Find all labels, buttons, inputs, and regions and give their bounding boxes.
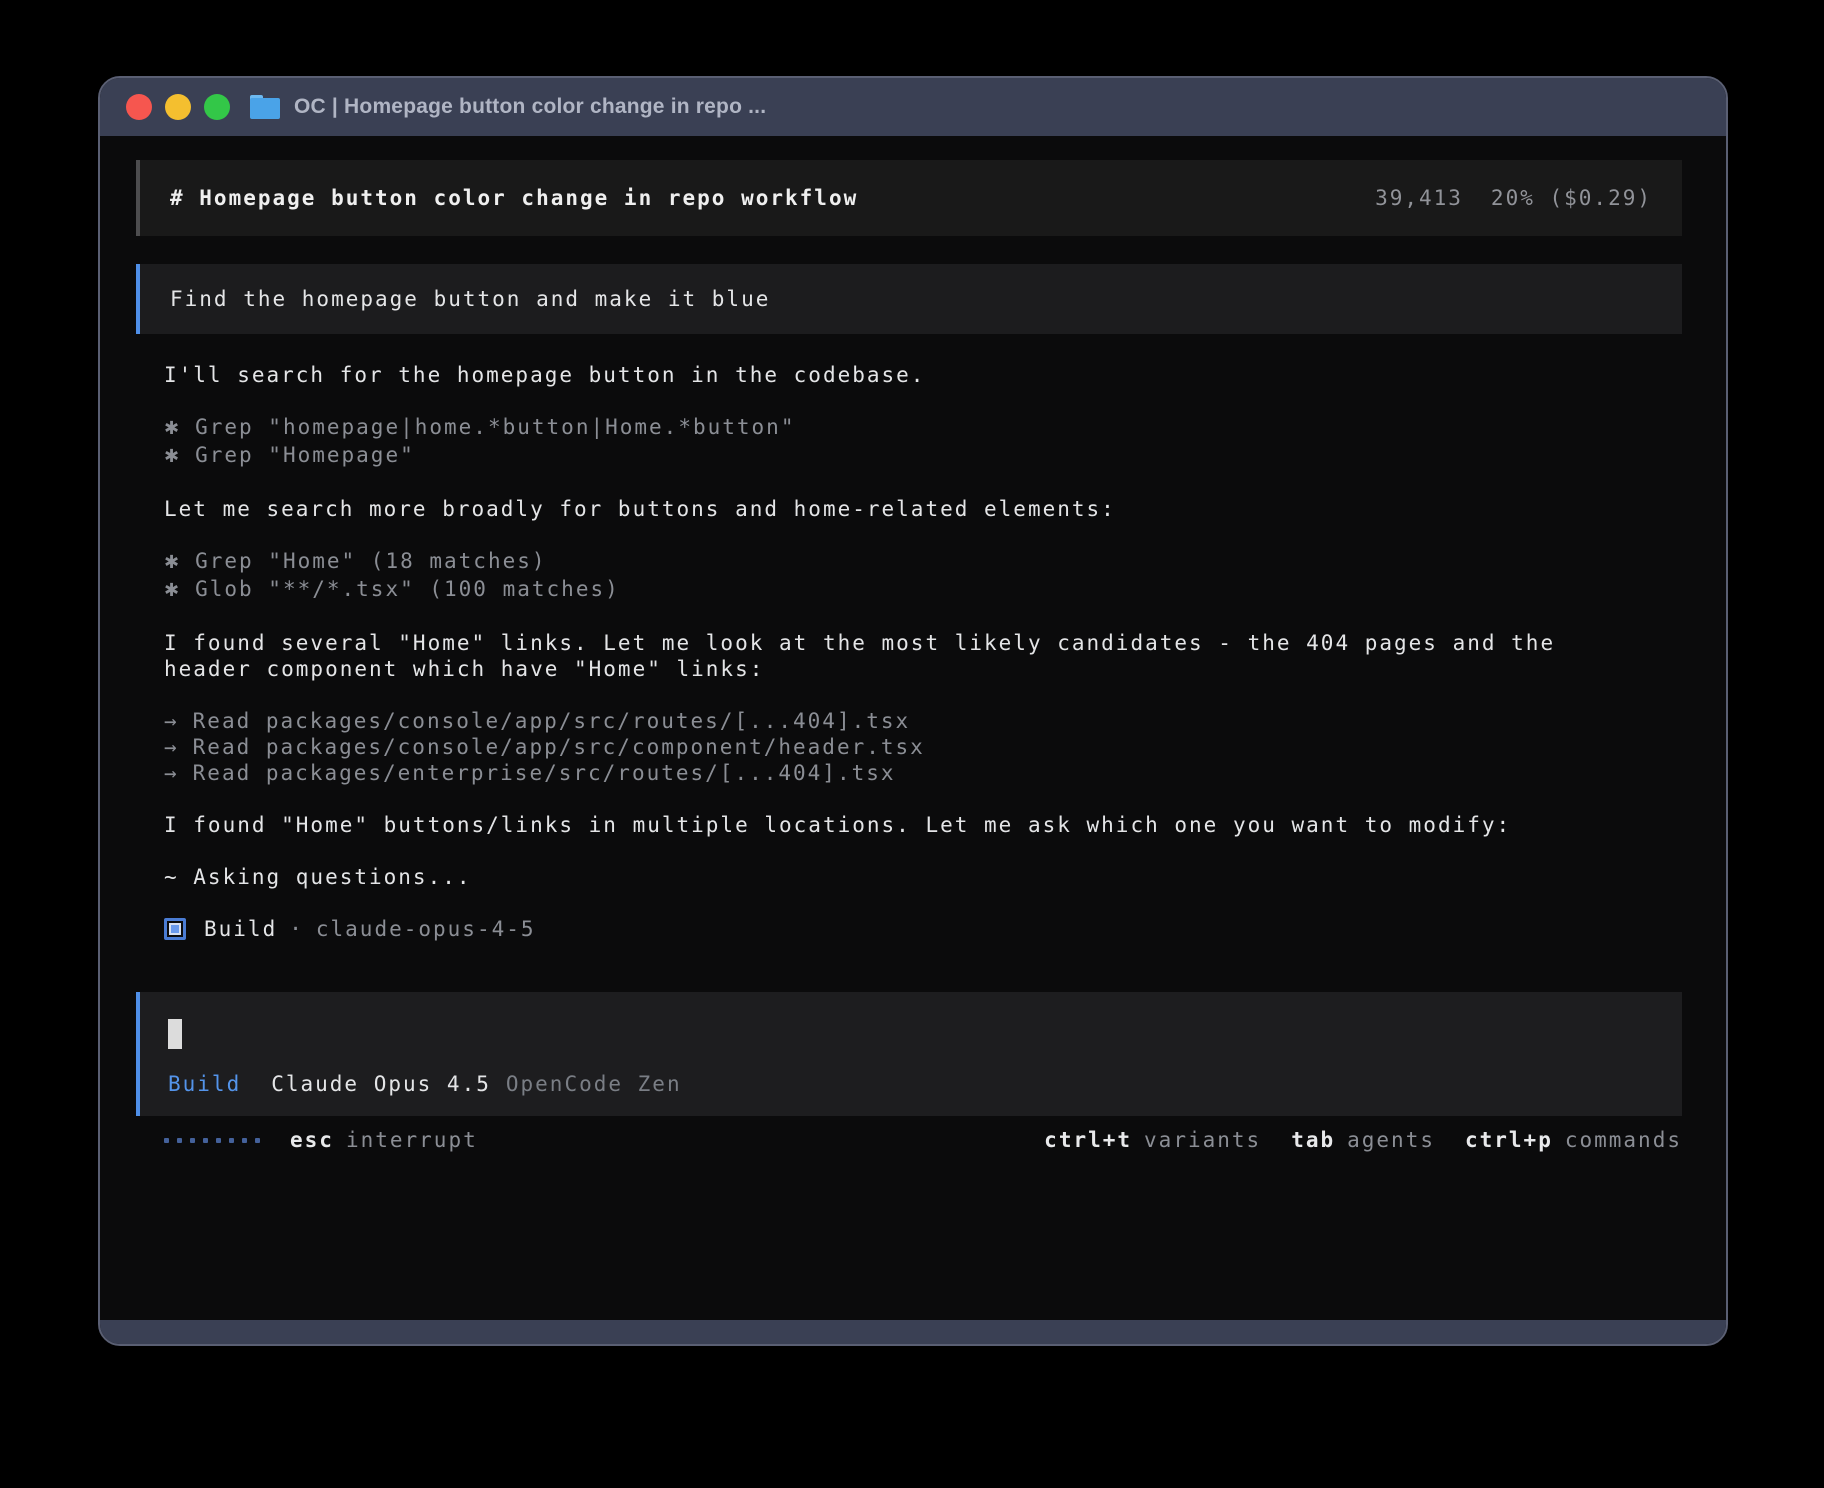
keyboard-hints: ctrl+t variants tab agents ctrl+p comman… <box>1014 1127 1682 1153</box>
traffic-lights <box>126 94 230 120</box>
active-model-label[interactable]: Claude Opus 4.5 <box>271 1071 491 1097</box>
hint-variants: ctrl+t variants <box>1044 1127 1261 1153</box>
agent-name: Build <box>204 916 277 942</box>
close-window-button[interactable] <box>126 94 152 120</box>
conversation: I'll search for the homepage button in t… <box>164 362 1682 968</box>
hint-label: commands <box>1565 1127 1682 1153</box>
hint-key: ctrl+p <box>1465 1127 1553 1153</box>
assistant-text: I found "Home" buttons/links in multiple… <box>164 812 1584 838</box>
arrow-right-icon: → <box>164 708 179 734</box>
tool-call-text: Read packages/console/app/src/component/… <box>193 735 925 759</box>
tool-call: ✱ Grep "Home" (18 matches) <box>164 548 1682 576</box>
assistant-text: Let me search more broadly for buttons a… <box>164 496 1682 522</box>
hint-agents: tab agents <box>1291 1127 1435 1153</box>
tool-call-text: Grep "Homepage" <box>195 443 415 467</box>
hint-label: agents <box>1347 1127 1435 1153</box>
tool-call: → Read packages/console/app/src/component… <box>164 734 1682 760</box>
esc-label: interrupt <box>346 1127 478 1153</box>
token-count: 39,413 <box>1375 185 1463 211</box>
arrow-right-icon: → <box>164 734 179 760</box>
tool-asterisk-icon: ✱ <box>164 444 181 470</box>
folder-icon <box>250 95 280 119</box>
tool-asterisk-icon: ✱ <box>164 578 181 604</box>
session-title: # Homepage button color change in repo w… <box>170 185 858 211</box>
minimize-window-button[interactable] <box>165 94 191 120</box>
hint-label: variants <box>1144 1127 1261 1153</box>
terminal-window: OC | Homepage button color change in rep… <box>98 76 1728 1346</box>
esc-key: esc <box>290 1127 334 1153</box>
arrow-right-icon: → <box>164 760 179 786</box>
session-header: # Homepage button color change in repo w… <box>136 160 1682 236</box>
assistant-text: I'll search for the homepage button in t… <box>164 362 1682 388</box>
status-bar: esc interrupt ctrl+t variants tab agents… <box>136 1126 1682 1154</box>
prompt-input[interactable]: Build Claude Opus 4.5 OpenCode Zen <box>136 992 1682 1116</box>
tool-call-group: ✱ Grep "Home" (18 matches) ✱ Glob "**/*.ts… <box>164 548 1682 604</box>
tool-call-text: Read packages/console/app/src/routes/[..… <box>193 709 911 733</box>
terminal-content: # Homepage button color change in repo w… <box>100 136 1726 1320</box>
hint-key: ctrl+t <box>1044 1127 1132 1153</box>
spinner-dots-icon <box>164 1138 260 1143</box>
user-message: Find the homepage button and make it blu… <box>136 264 1682 334</box>
zoom-window-button[interactable] <box>204 94 230 120</box>
tool-call: → Read packages/console/app/src/routes/[.… <box>164 708 1682 734</box>
tool-call: ✱ Glob "**/*.tsx" (100 matches) <box>164 576 1682 604</box>
hint-key: tab <box>1291 1127 1335 1153</box>
asking-questions-status: ~ Asking questions... <box>164 864 1682 890</box>
user-message-text: Find the homepage button and make it blu… <box>170 286 770 312</box>
window-title: OC | Homepage button color change in rep… <box>294 95 766 119</box>
context-usage: 20% ($0.29) <box>1491 185 1652 211</box>
model-info-row: Build Claude Opus 4.5 OpenCode Zen <box>168 1071 1654 1097</box>
assistant-text: I found several "Home" links. Let me loo… <box>164 630 1584 682</box>
tool-call-text: Glob "**/*.tsx" (100 matches) <box>195 577 620 601</box>
tool-call-group: ✱ Grep "homepage|home.*button|Home.*butto… <box>164 414 1682 470</box>
tool-call: → Read packages/enterprise/src/routes/[..… <box>164 760 1682 786</box>
separator-dot: · <box>289 916 304 942</box>
tool-call-text: Grep "Home" (18 matches) <box>195 549 546 573</box>
tool-call-text: Grep "homepage|home.*button|Home.*button… <box>195 415 795 439</box>
tool-call: ✱ Grep "Homepage" <box>164 442 1682 470</box>
window-titlebar[interactable]: OC | Homepage button color change in rep… <box>100 78 1726 136</box>
agent-status-row: Build · claude-opus-4-5 <box>164 916 1682 942</box>
tool-call-text: Read packages/enterprise/src/routes/[...… <box>193 761 896 785</box>
agent-model: claude-opus-4-5 <box>316 916 536 942</box>
tool-call-group: → Read packages/console/app/src/routes/[.… <box>164 708 1682 786</box>
tool-asterisk-icon: ✱ <box>164 416 181 442</box>
tool-asterisk-icon: ✱ <box>164 550 181 576</box>
session-stats: 39,413 20% ($0.29) <box>1375 185 1652 211</box>
window-footer <box>100 1320 1726 1344</box>
text-cursor <box>168 1019 182 1049</box>
active-agent-label[interactable]: Build <box>168 1071 241 1097</box>
model-provider-label: OpenCode Zen <box>506 1071 682 1097</box>
hint-commands: ctrl+p commands <box>1465 1127 1682 1153</box>
tool-call: ✱ Grep "homepage|home.*button|Home.*butto… <box>164 414 1682 442</box>
agent-build-icon <box>164 918 186 940</box>
